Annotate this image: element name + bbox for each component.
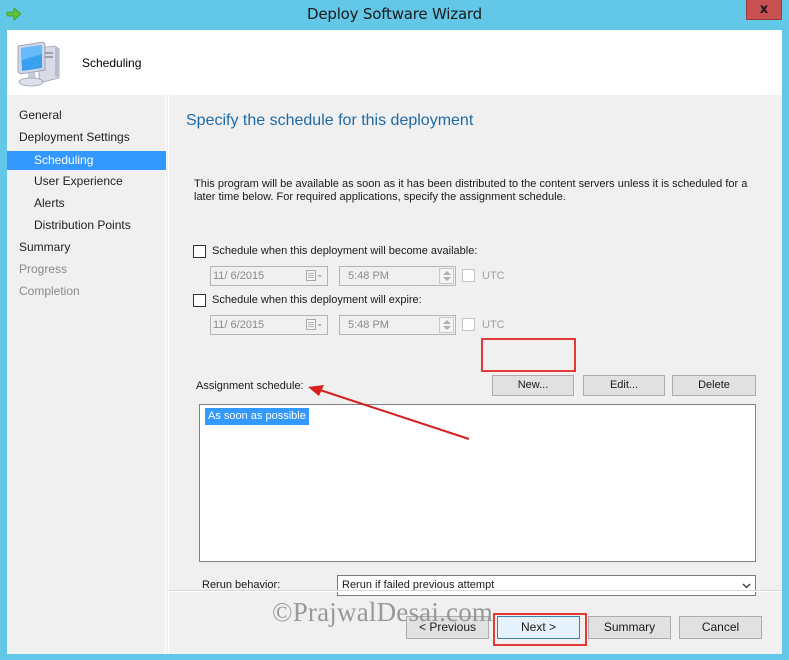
sidebar-item-general[interactable]: General: [7, 106, 166, 125]
available-time-value: 5:48 PM: [348, 270, 389, 282]
new-schedule-button[interactable]: New...: [492, 375, 574, 396]
available-date-picker[interactable]: 11/ 6/2015: [210, 266, 328, 286]
wizard-header: Scheduling: [7, 30, 782, 95]
expire-checkbox-row[interactable]: Schedule when this deployment will expir…: [193, 292, 422, 308]
available-checkbox-row[interactable]: Schedule when this deployment will becom…: [193, 243, 477, 259]
wizard-sidebar: General Deployment Settings Scheduling U…: [7, 95, 166, 654]
sidebar-item-summary[interactable]: Summary: [7, 238, 166, 257]
header-title: Scheduling: [82, 56, 142, 70]
page-title: Specify the schedule for this deployment: [186, 112, 474, 129]
available-checkbox-label: Schedule when this deployment will becom…: [212, 245, 478, 257]
window-title: Deploy Software Wizard: [307, 5, 482, 23]
calendar-dropdown-icon[interactable]: [306, 319, 323, 331]
wizard-window: Deploy Software Wizard x Scheduling Gene…: [0, 0, 789, 660]
expire-time-value: 5:48 PM: [348, 319, 389, 331]
expire-time-picker[interactable]: 5:48 PM: [339, 315, 456, 335]
sidebar-item-deployment-settings[interactable]: Deployment Settings: [7, 128, 166, 147]
sidebar-item-distribution-points[interactable]: Distribution Points: [7, 216, 166, 235]
sidebar-item-completion: Completion: [19, 284, 80, 298]
expire-utc-checkbox[interactable]: [462, 318, 475, 331]
computer-icon: [17, 41, 60, 87]
expire-time-spinner[interactable]: [439, 317, 454, 333]
sidebar-item-scheduling[interactable]: Scheduling: [7, 151, 166, 170]
sidebar-item-alerts[interactable]: Alerts: [7, 194, 166, 213]
edit-schedule-button[interactable]: Edit...: [583, 375, 665, 396]
previous-button[interactable]: < Previous: [406, 616, 489, 639]
available-checkbox[interactable]: [193, 244, 206, 258]
available-utc-label: UTC: [482, 269, 505, 282]
expire-checkbox[interactable]: [193, 293, 206, 307]
close-button[interactable]: x: [746, 0, 782, 20]
expire-utc-checkbox-row[interactable]: UTC: [462, 318, 505, 331]
chevron-down-icon: [742, 583, 751, 589]
rerun-behavior-select[interactable]: Rerun if failed previous attempt: [337, 575, 756, 596]
page-description: This program will be available as soon a…: [194, 178, 748, 203]
calendar-dropdown-icon[interactable]: [306, 270, 323, 282]
assignment-schedule-label: Assignment schedule:: [196, 380, 304, 392]
expire-checkbox-label: Schedule when this deployment will expir…: [212, 294, 422, 306]
next-button[interactable]: Next >: [497, 616, 580, 639]
available-utc-checkbox-row[interactable]: UTC: [462, 269, 505, 282]
wizard-content: Specify the schedule for this deployment…: [169, 95, 782, 596]
expire-utc-label: UTC: [482, 318, 505, 331]
available-time-picker[interactable]: 5:48 PM: [339, 266, 456, 286]
summary-button[interactable]: Summary: [588, 616, 671, 639]
cancel-button[interactable]: Cancel: [679, 616, 762, 639]
wizard-client-area: Scheduling General Deployment Settings S…: [7, 30, 782, 654]
available-date-value: 11/ 6/2015: [213, 270, 265, 282]
available-time-spinner[interactable]: [439, 268, 454, 284]
expire-date-picker[interactable]: 11/ 6/2015: [210, 315, 328, 335]
available-utc-checkbox[interactable]: [462, 269, 475, 282]
assignment-schedule-list[interactable]: As soon as possible: [199, 404, 756, 562]
title-bar: Deploy Software Wizard x: [0, 0, 789, 30]
expire-date-value: 11/ 6/2015: [213, 319, 265, 331]
footer-divider: [169, 591, 782, 592]
list-item[interactable]: As soon as possible: [205, 408, 309, 425]
sidebar-item-user-experience[interactable]: User Experience: [7, 172, 166, 191]
sidebar-item-progress: Progress: [19, 262, 68, 276]
delete-schedule-button[interactable]: Delete: [672, 375, 756, 396]
